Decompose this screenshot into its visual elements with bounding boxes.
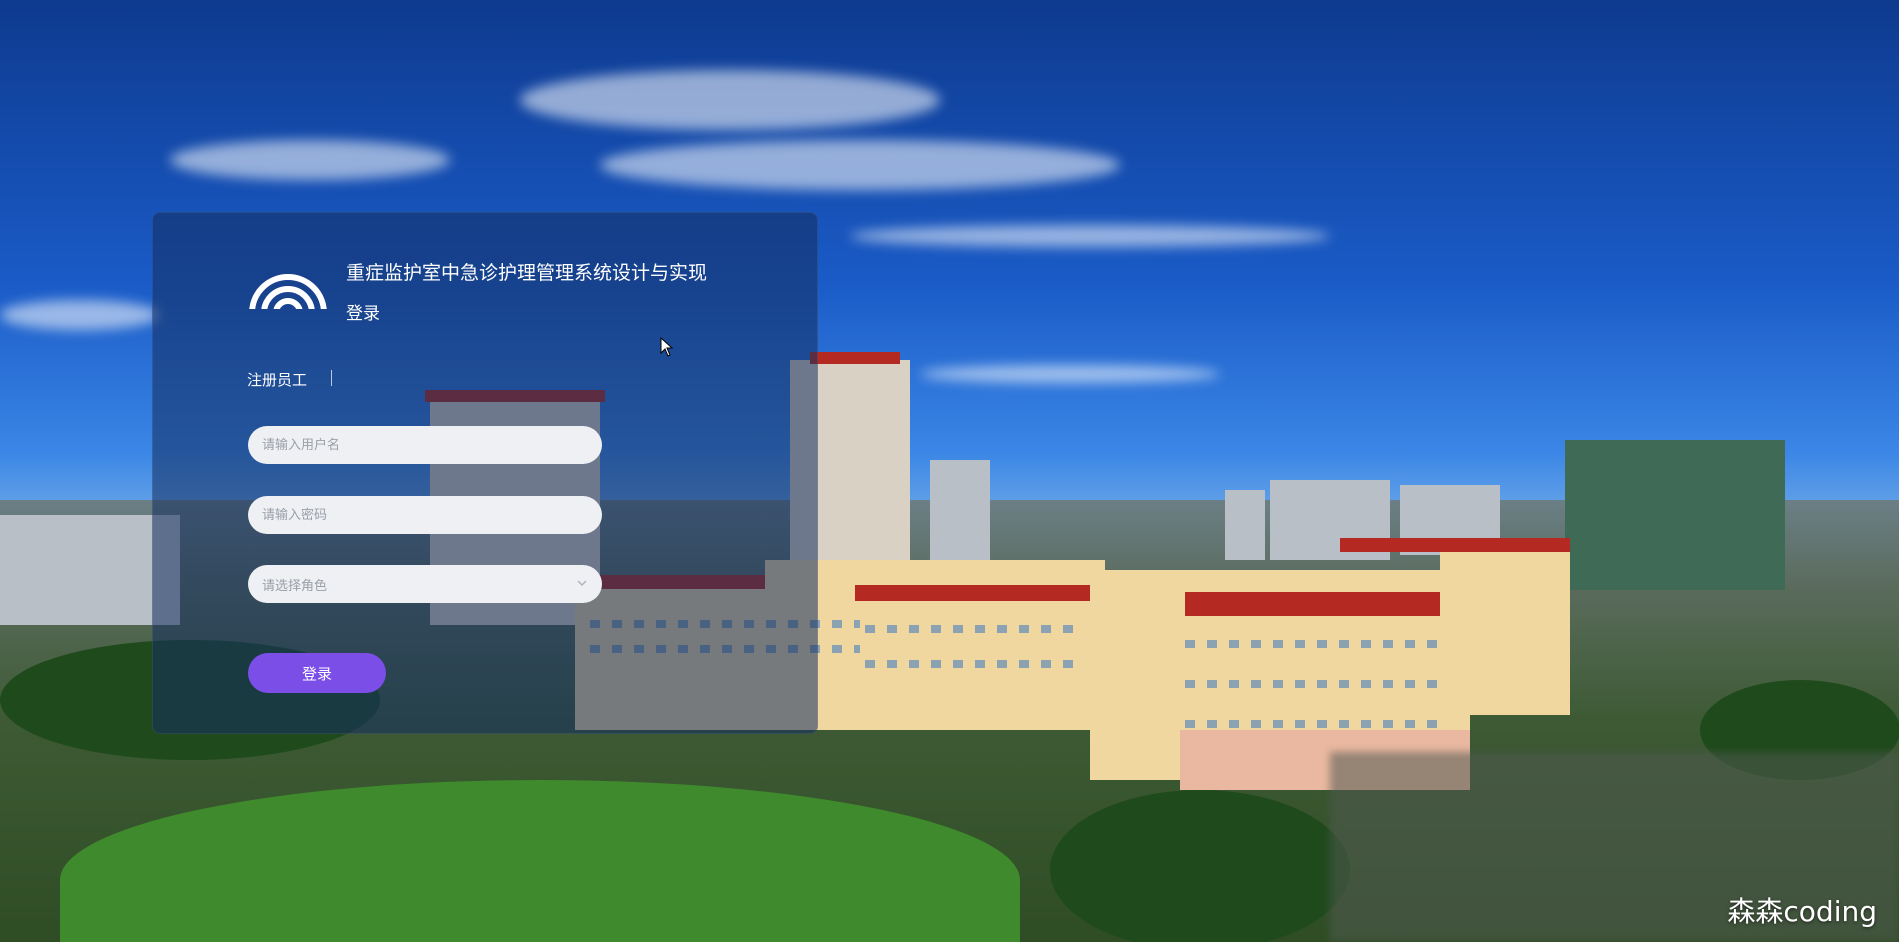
tower [930,460,990,570]
roof [1185,592,1460,616]
windows [1185,680,1445,688]
role-select-placeholder: 请选择角色 [262,579,328,594]
username-input[interactable] [248,426,602,464]
windows [865,660,1085,668]
cloud [850,225,1330,247]
login-card: 重症监护室中急诊护理管理系统设计与实现 登录 注册员工 请选择角色 登录 [152,212,818,734]
role-select[interactable]: 请选择角色 [248,565,602,603]
register-employee-link[interactable]: 注册员工 [247,369,307,390]
login-button[interactable]: 登录 [248,653,386,693]
login-subtitle: 登录 [346,304,380,324]
cloud [920,365,1220,383]
hospital-wing [1440,545,1570,715]
system-title: 重症监护室中急诊护理管理系统设计与实现 [346,262,708,284]
windows [1185,640,1445,648]
pointer-cursor-icon [660,336,674,361]
cloud [170,140,450,180]
cloud [520,70,940,130]
roof [855,585,1095,601]
cloud [0,300,160,330]
watermark: 森森coding [1727,895,1877,928]
wifi-arcs-logo [248,269,328,309]
trees [1050,790,1350,942]
tower [1225,490,1265,560]
roof [1340,538,1570,552]
roof [810,352,900,364]
cloud [600,140,1120,190]
chevron-down-icon [576,575,588,595]
construction-tower [1565,440,1785,590]
windows [1185,720,1445,728]
windows [865,625,1085,633]
password-input[interactable] [248,496,602,534]
divider [331,370,332,386]
